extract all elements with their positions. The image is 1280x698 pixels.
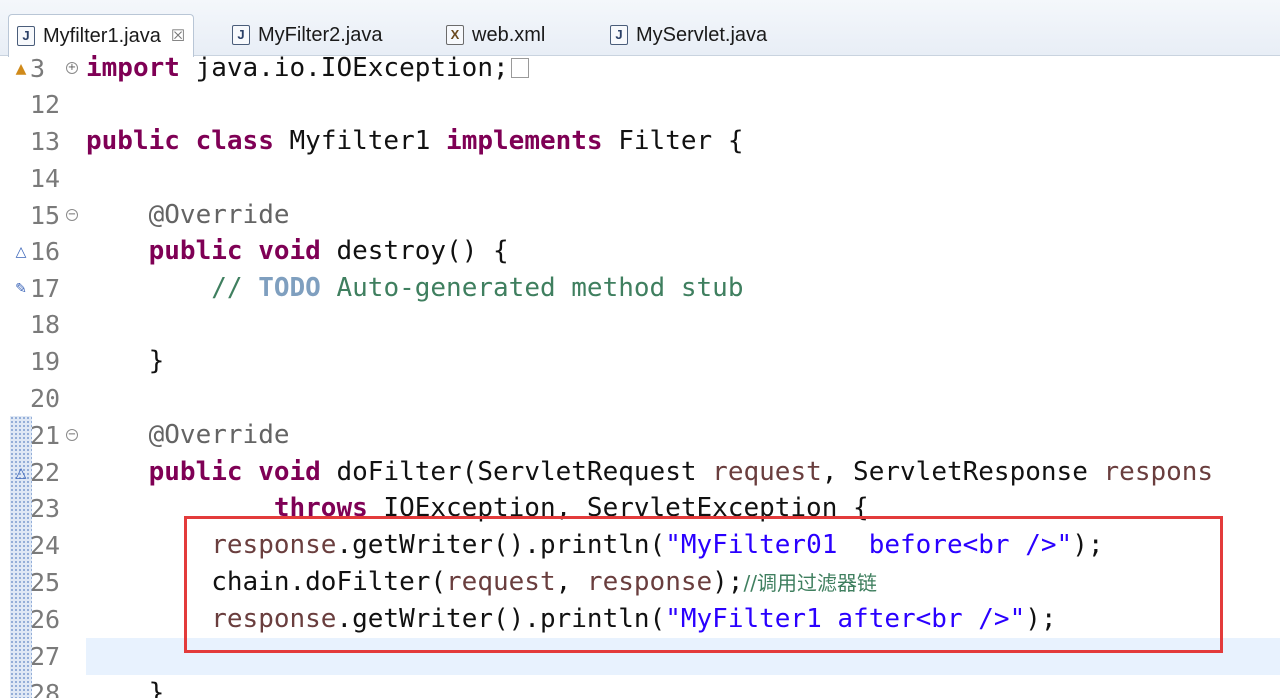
line-number: 13 [30, 127, 61, 156]
java-file-icon: J [17, 26, 35, 46]
java-file-icon: J [232, 25, 250, 45]
code-line[interactable]: } [86, 675, 165, 698]
code-line[interactable]: } [86, 343, 165, 380]
line-number: 14 [30, 164, 61, 193]
line-number: 25 [30, 568, 61, 597]
collapsed-imports-icon[interactable] [510, 58, 529, 78]
line-number: 16 [30, 237, 61, 266]
editor-tab-bar: J Myfilter1.java ☒ J MyFilter2.java X we… [0, 0, 1280, 57]
tab-myservlet[interactable]: J MyServlet.java [610, 14, 767, 56]
code-line[interactable]: public void destroy() { [86, 233, 509, 270]
code-line[interactable]: import java.io.IOException; [86, 50, 529, 87]
tab-label: MyFilter2.java [258, 23, 383, 46]
code-line[interactable]: // TODO Auto-generated method stub [86, 270, 743, 307]
annotation-highlight-box [184, 516, 1223, 653]
task-marker-icon: ✎ [15, 281, 27, 297]
override-marker-icon: △ [15, 465, 27, 481]
code-line[interactable]: @Override [86, 417, 290, 454]
line-number: 23 [30, 494, 61, 523]
expand-fold-icon[interactable]: + [66, 62, 78, 74]
line-number: 18 [30, 310, 61, 339]
line-number: 12 [30, 90, 61, 119]
line-number: 28 [30, 679, 61, 698]
collapse-fold-icon[interactable]: − [66, 209, 78, 221]
line-number: 17 [30, 274, 61, 303]
code-line[interactable]: @Override [86, 197, 290, 234]
line-number: 20 [30, 384, 61, 413]
tab-label: web.xml [472, 23, 546, 46]
close-tab-icon[interactable]: ☒ [171, 26, 185, 46]
xml-file-icon: X [446, 25, 464, 45]
code-line[interactable]: public class Myfilter1 implements Filter… [86, 123, 743, 160]
line-number: 26 [30, 605, 61, 634]
code-line[interactable]: public void doFilter(ServletRequest requ… [86, 454, 1213, 491]
java-file-icon: J [610, 25, 628, 45]
override-marker-icon: △ [15, 244, 27, 260]
line-number: 19 [30, 347, 61, 376]
line-number: 27 [30, 642, 61, 671]
line-number: 22 [30, 458, 61, 487]
line-number: 24 [30, 531, 61, 560]
tab-label: MyServlet.java [636, 23, 768, 46]
warning-icon: ▲ [15, 61, 27, 77]
change-ruler [10, 416, 32, 698]
collapse-fold-icon[interactable]: − [66, 429, 78, 441]
tab-label: Myfilter1.java [43, 24, 161, 47]
